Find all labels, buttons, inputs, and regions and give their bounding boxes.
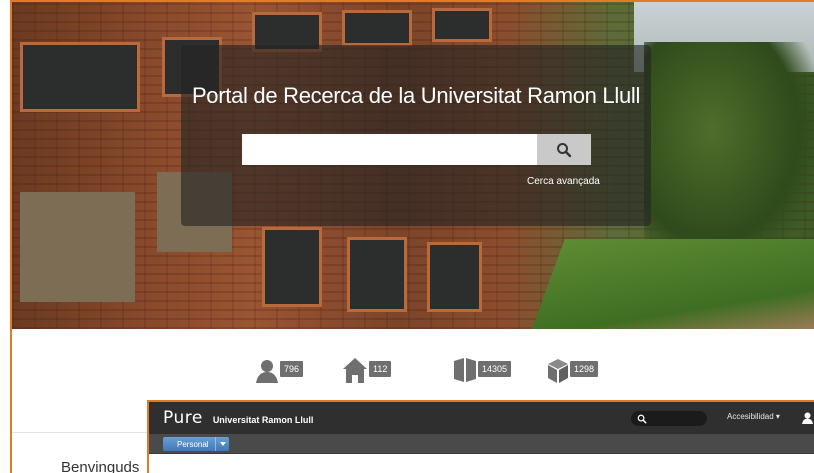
cube-icon	[548, 359, 568, 383]
pure-org-name: Universitat Ramon Llull	[212, 414, 314, 425]
person-icon	[256, 360, 278, 383]
search-icon	[557, 142, 572, 157]
portal-title: Portal de Recerca de la Universitat Ramo…	[191, 83, 641, 108]
stat-count: 112	[369, 361, 392, 377]
search-button[interactable]	[537, 134, 591, 165]
lawn	[532, 239, 814, 329]
accessibility-menu[interactable]: Accesibilidad ▾	[727, 412, 780, 421]
welcome-heading: Benvinguds	[61, 459, 140, 473]
stat-projects[interactable]: 1298	[548, 353, 599, 383]
building-window	[342, 10, 412, 46]
search-input[interactable]	[242, 134, 537, 165]
stat-count: 1298	[570, 361, 599, 377]
advanced-search-link[interactable]: Cerca avançada	[527, 176, 600, 187]
pure-logo[interactable]: Pure	[163, 408, 203, 428]
building-window	[347, 237, 407, 312]
building-window	[20, 42, 140, 112]
stat-outputs[interactable]: 14305	[454, 353, 512, 383]
building-window	[427, 242, 482, 312]
tab-personal-label: Personal	[177, 439, 209, 449]
user-icon[interactable]	[802, 412, 813, 424]
chevron-down-icon[interactable]	[215, 437, 229, 451]
pure-subbar: Personal	[149, 434, 814, 454]
tab-personal[interactable]: Personal	[163, 437, 229, 451]
stat-count: 14305	[478, 361, 512, 377]
search-icon	[637, 414, 647, 423]
stat-units[interactable]: 112	[343, 353, 392, 383]
stat-persons[interactable]: 796	[256, 353, 304, 383]
book-icon	[454, 358, 476, 382]
stat-count: 796	[280, 361, 304, 377]
pure-topbar: Pure Universitat Ramon Llull	[149, 402, 814, 434]
house-icon	[343, 358, 367, 383]
search-panel: Portal de Recerca de la Universitat Ramo…	[181, 45, 651, 226]
section-divider	[12, 432, 152, 433]
window-shade	[20, 192, 135, 302]
building-window	[432, 8, 492, 42]
pure-window: Pure Universitat Ramon Llull Accesibilid…	[147, 400, 814, 473]
building-window	[262, 227, 322, 307]
pure-search-field[interactable]	[631, 411, 707, 426]
trees	[644, 42, 814, 262]
